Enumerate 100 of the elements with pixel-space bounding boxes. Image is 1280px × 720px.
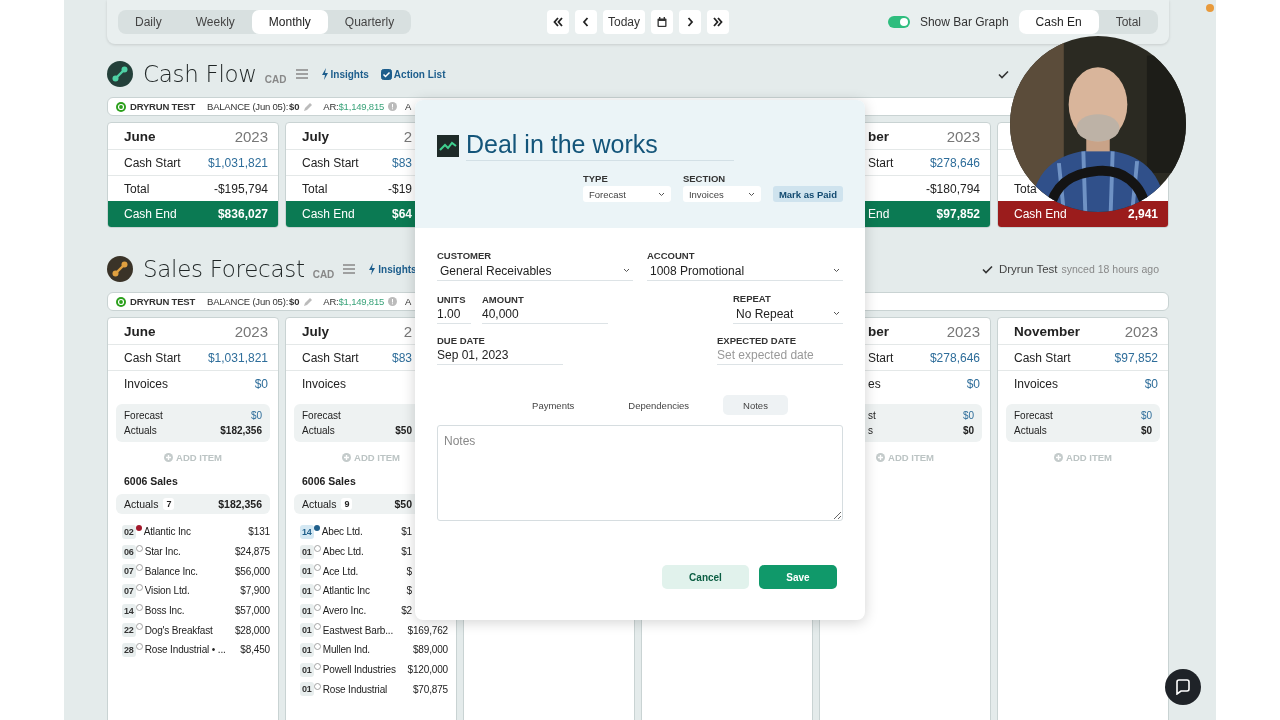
row-label: Tota bbox=[1014, 181, 1037, 196]
row-value: $0 bbox=[254, 376, 268, 391]
period-tab[interactable]: Weekly bbox=[178, 10, 252, 34]
customer-name: Star Inc. bbox=[144, 546, 181, 558]
field-label: ACCOUNT bbox=[647, 250, 696, 261]
field-label: EXPECTED DATE bbox=[717, 335, 797, 346]
month-label: June bbox=[124, 128, 156, 144]
customer-name: Powell Industries bbox=[322, 664, 396, 676]
year-label: 2023 bbox=[946, 127, 980, 145]
cancel-button[interactable]: Cancel bbox=[662, 565, 749, 589]
save-button[interactable]: Save bbox=[759, 565, 837, 589]
item-amount: $57,000 bbox=[233, 605, 270, 617]
notes-field[interactable]: Notes bbox=[437, 425, 843, 521]
row-value: $83 bbox=[391, 155, 412, 170]
customer-name: Atlantic Inc bbox=[143, 526, 191, 538]
month-label: July bbox=[302, 323, 329, 339]
item-amount: $24,875 bbox=[233, 546, 270, 558]
insights-link[interactable]: Insights bbox=[320, 68, 369, 80]
view-tab[interactable]: Cash En bbox=[1018, 10, 1099, 34]
customer-name: Rose Industrial bbox=[322, 683, 388, 695]
item-amount: $ bbox=[405, 565, 412, 577]
cash-end-value: $97,852 bbox=[936, 207, 980, 221]
summary-label: s bbox=[868, 425, 873, 436]
day-badge: 02 bbox=[122, 524, 136, 539]
day-badge: 22 bbox=[122, 623, 136, 638]
mark-paid-button[interactable]: Mark as Paid bbox=[772, 186, 843, 202]
row-label: Cash Start bbox=[124, 155, 181, 170]
account-group-title: 6006 Sales bbox=[301, 474, 357, 489]
type-select[interactable]: Forecast bbox=[582, 186, 671, 202]
day-badge: 14 bbox=[122, 603, 136, 618]
row-label: Cash Start bbox=[1014, 350, 1071, 365]
dialog-tab[interactable]: Dependencies bbox=[608, 395, 710, 415]
day-badge: 14 bbox=[300, 524, 314, 539]
period-tab[interactable]: Daily bbox=[118, 10, 179, 34]
expected-date-field[interactable]: Set expected date bbox=[717, 346, 843, 365]
dialog-tab[interactable]: Payments bbox=[512, 395, 595, 415]
item-amount: $169,762 bbox=[406, 624, 448, 636]
actuals-label: Actuals bbox=[302, 498, 337, 510]
amount-field[interactable]: 40,000 bbox=[482, 305, 608, 324]
today-button[interactable]: Today bbox=[603, 10, 645, 34]
customer-name: Boss Inc. bbox=[144, 605, 185, 617]
summary-value: $50 bbox=[395, 425, 412, 436]
insights-link[interactable]: Insights bbox=[368, 263, 417, 275]
section-select[interactable]: Invoices bbox=[682, 186, 761, 202]
row-value: -$180,794 bbox=[925, 181, 980, 196]
account-name: DRYRUN TEST bbox=[130, 296, 195, 307]
sync-time: synced 18 hours ago bbox=[1061, 263, 1159, 275]
repeat-select[interactable]: No Repeat bbox=[733, 304, 843, 324]
actuals-label: Actuals bbox=[124, 498, 159, 510]
units-field[interactable]: 1.00 bbox=[437, 305, 471, 324]
ar-value: $1,149,815 bbox=[338, 296, 385, 307]
bar-label: A bbox=[405, 101, 412, 112]
field-label: SECTION bbox=[682, 173, 727, 184]
summary-label: Actuals bbox=[124, 425, 157, 436]
field-label: DUE DATE bbox=[437, 335, 486, 346]
row-label: Invoices bbox=[1014, 376, 1059, 391]
item-amount: $ bbox=[405, 585, 412, 597]
item-amount: $7,900 bbox=[239, 585, 270, 597]
action-list-checkbox[interactable]: Action List bbox=[380, 68, 446, 80]
balance-value: $0 bbox=[289, 101, 300, 112]
row-label: es bbox=[868, 376, 881, 391]
customer-select[interactable]: General Receivables bbox=[437, 261, 633, 281]
row-label: Cash Start bbox=[302, 350, 359, 365]
dialog-tab[interactable]: Notes bbox=[723, 395, 788, 415]
summary-value: $0 bbox=[1140, 410, 1152, 421]
row-label: Start bbox=[868, 155, 894, 170]
day-badge: 01 bbox=[300, 682, 314, 697]
balance-label: BALANCE (Jun 05): bbox=[207, 101, 289, 112]
toggle-label: Show Bar Graph bbox=[919, 15, 1009, 29]
summary-value: $0 bbox=[962, 425, 974, 436]
ar-label: AR: bbox=[323, 296, 339, 307]
actuals-total: $50 bbox=[394, 498, 412, 510]
period-tab[interactable]: Quarterly bbox=[327, 10, 412, 34]
row-label: Cash Start bbox=[124, 350, 181, 365]
currency-label: CAD bbox=[312, 269, 335, 280]
customer-name: Ace Ltd. bbox=[322, 565, 359, 577]
row-value: $0 bbox=[1144, 376, 1158, 391]
customer-name: Mullen Ind. bbox=[322, 644, 370, 656]
day-badge: 07 bbox=[122, 564, 136, 579]
cash-end-label: Cash End bbox=[124, 207, 177, 221]
view-tab[interactable]: Total bbox=[1098, 10, 1158, 34]
item-amount: $120,000 bbox=[406, 664, 448, 676]
year-label: 2 bbox=[403, 127, 412, 145]
period-tab[interactable]: Monthly bbox=[251, 10, 328, 34]
day-badge: 01 bbox=[300, 603, 314, 618]
customer-name: Atlantic Inc bbox=[322, 585, 370, 597]
month-label: July bbox=[302, 128, 329, 144]
account-select[interactable]: 1008 Promotional bbox=[647, 261, 843, 281]
row-value: $1,031,821 bbox=[207, 350, 268, 365]
day-badge: 01 bbox=[300, 623, 314, 638]
item-amount: $1 bbox=[400, 546, 412, 558]
summary-label: Forecast bbox=[124, 410, 163, 421]
due-date-field[interactable]: Sep 01, 2023 bbox=[437, 346, 563, 365]
currency-label: CAD bbox=[264, 74, 287, 85]
cash-end-label: Cash End bbox=[302, 207, 355, 221]
field-label: TYPE bbox=[582, 173, 609, 184]
row-value: $278,646 bbox=[929, 155, 980, 170]
balance-label: BALANCE (Jun 05): bbox=[207, 296, 289, 307]
item-amount: $8,450 bbox=[239, 644, 270, 656]
summary-label: Forecast bbox=[1014, 410, 1053, 421]
